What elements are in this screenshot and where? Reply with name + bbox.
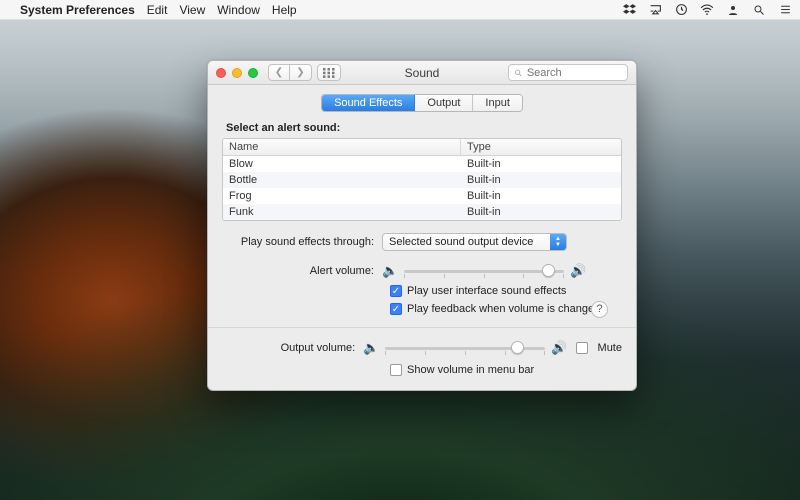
user-icon[interactable] (726, 3, 740, 17)
search-icon (514, 68, 523, 78)
speaker-high-icon: 🔊 (570, 263, 586, 279)
back-button[interactable]: ❮ (268, 64, 290, 81)
play-through-label: Play sound effects through: (222, 236, 382, 248)
alert-sound-heading: Select an alert sound: (226, 122, 622, 134)
table-row[interactable]: BlowBuilt-in (223, 156, 621, 172)
alert-name: Bottle (223, 172, 461, 188)
app-menu[interactable]: System Preferences (20, 3, 135, 17)
output-volume-slider[interactable] (385, 340, 545, 356)
tab-input[interactable]: Input (473, 95, 521, 111)
alert-sounds-table: Name Type BlowBuilt-inBottleBuilt-inFrog… (222, 138, 622, 221)
tab-sound-effects[interactable]: Sound Effects (322, 95, 415, 111)
alert-name: Frog (223, 188, 461, 204)
close-window-button[interactable] (216, 68, 226, 78)
alert-type: Built-in (461, 188, 621, 204)
table-row[interactable]: FunkBuilt-in (223, 204, 621, 220)
alert-volume-label: Alert volume: (222, 265, 382, 277)
time-machine-icon[interactable] (674, 3, 688, 17)
menu-help[interactable]: Help (272, 3, 297, 17)
airplay-icon[interactable] (648, 3, 662, 17)
show-all-button[interactable] (317, 64, 341, 81)
speaker-low-icon: 🔈 (382, 263, 398, 279)
menu-view[interactable]: View (179, 3, 205, 17)
ui-sounds-label: Play user interface sound effects (407, 285, 566, 297)
tab-output[interactable]: Output (415, 95, 473, 111)
search-input[interactable] (527, 67, 622, 79)
output-volume-label: Output volume: (222, 342, 363, 354)
spotlight-icon[interactable] (752, 3, 766, 17)
menu-edit[interactable]: Edit (147, 3, 168, 17)
play-through-value: Selected sound output device (389, 236, 533, 248)
speaker-low-icon: 🔈 (363, 340, 379, 356)
sound-tabs: Sound Effects Output Input (321, 94, 523, 112)
mute-checkbox[interactable] (576, 342, 588, 354)
alert-type: Built-in (461, 156, 621, 172)
wifi-icon[interactable] (700, 3, 714, 17)
dropbox-icon[interactable] (622, 3, 636, 17)
table-row[interactable]: FrogBuilt-in (223, 188, 621, 204)
alert-name: Blow (223, 156, 461, 172)
minimize-window-button[interactable] (232, 68, 242, 78)
play-through-select[interactable]: Selected sound output device ▲▼ (382, 233, 567, 251)
menu-window[interactable]: Window (217, 3, 260, 17)
window-titlebar[interactable]: ❮ ❯ Sound (208, 61, 636, 85)
menu-bar: System Preferences Edit View Window Help (0, 0, 800, 20)
forward-button[interactable]: ❯ (290, 64, 312, 81)
column-name[interactable]: Name (223, 139, 461, 155)
table-row[interactable]: BottleBuilt-in (223, 172, 621, 188)
show-volume-menubar-checkbox[interactable] (390, 364, 402, 376)
alert-type: Built-in (461, 204, 621, 220)
volume-feedback-checkbox[interactable]: ✓ (390, 303, 402, 315)
zoom-window-button[interactable] (248, 68, 258, 78)
alert-name: Funk (223, 204, 461, 220)
preferences-window: ❮ ❯ Sound Sound Effects Output Input Sel… (207, 60, 637, 391)
alert-volume-slider[interactable] (404, 263, 564, 279)
column-type[interactable]: Type (461, 139, 621, 155)
select-arrows-icon: ▲▼ (550, 234, 566, 250)
mute-label: Mute (598, 342, 622, 354)
alert-type: Built-in (461, 172, 621, 188)
search-field[interactable] (508, 64, 628, 81)
help-button[interactable]: ? (591, 301, 608, 318)
notification-center-icon[interactable] (778, 3, 792, 17)
ui-sounds-checkbox[interactable]: ✓ (390, 285, 402, 297)
speaker-high-icon: 🔊 (551, 340, 567, 356)
volume-feedback-label: Play feedback when volume is changed (407, 303, 600, 315)
show-volume-menubar-label: Show volume in menu bar (407, 364, 534, 376)
